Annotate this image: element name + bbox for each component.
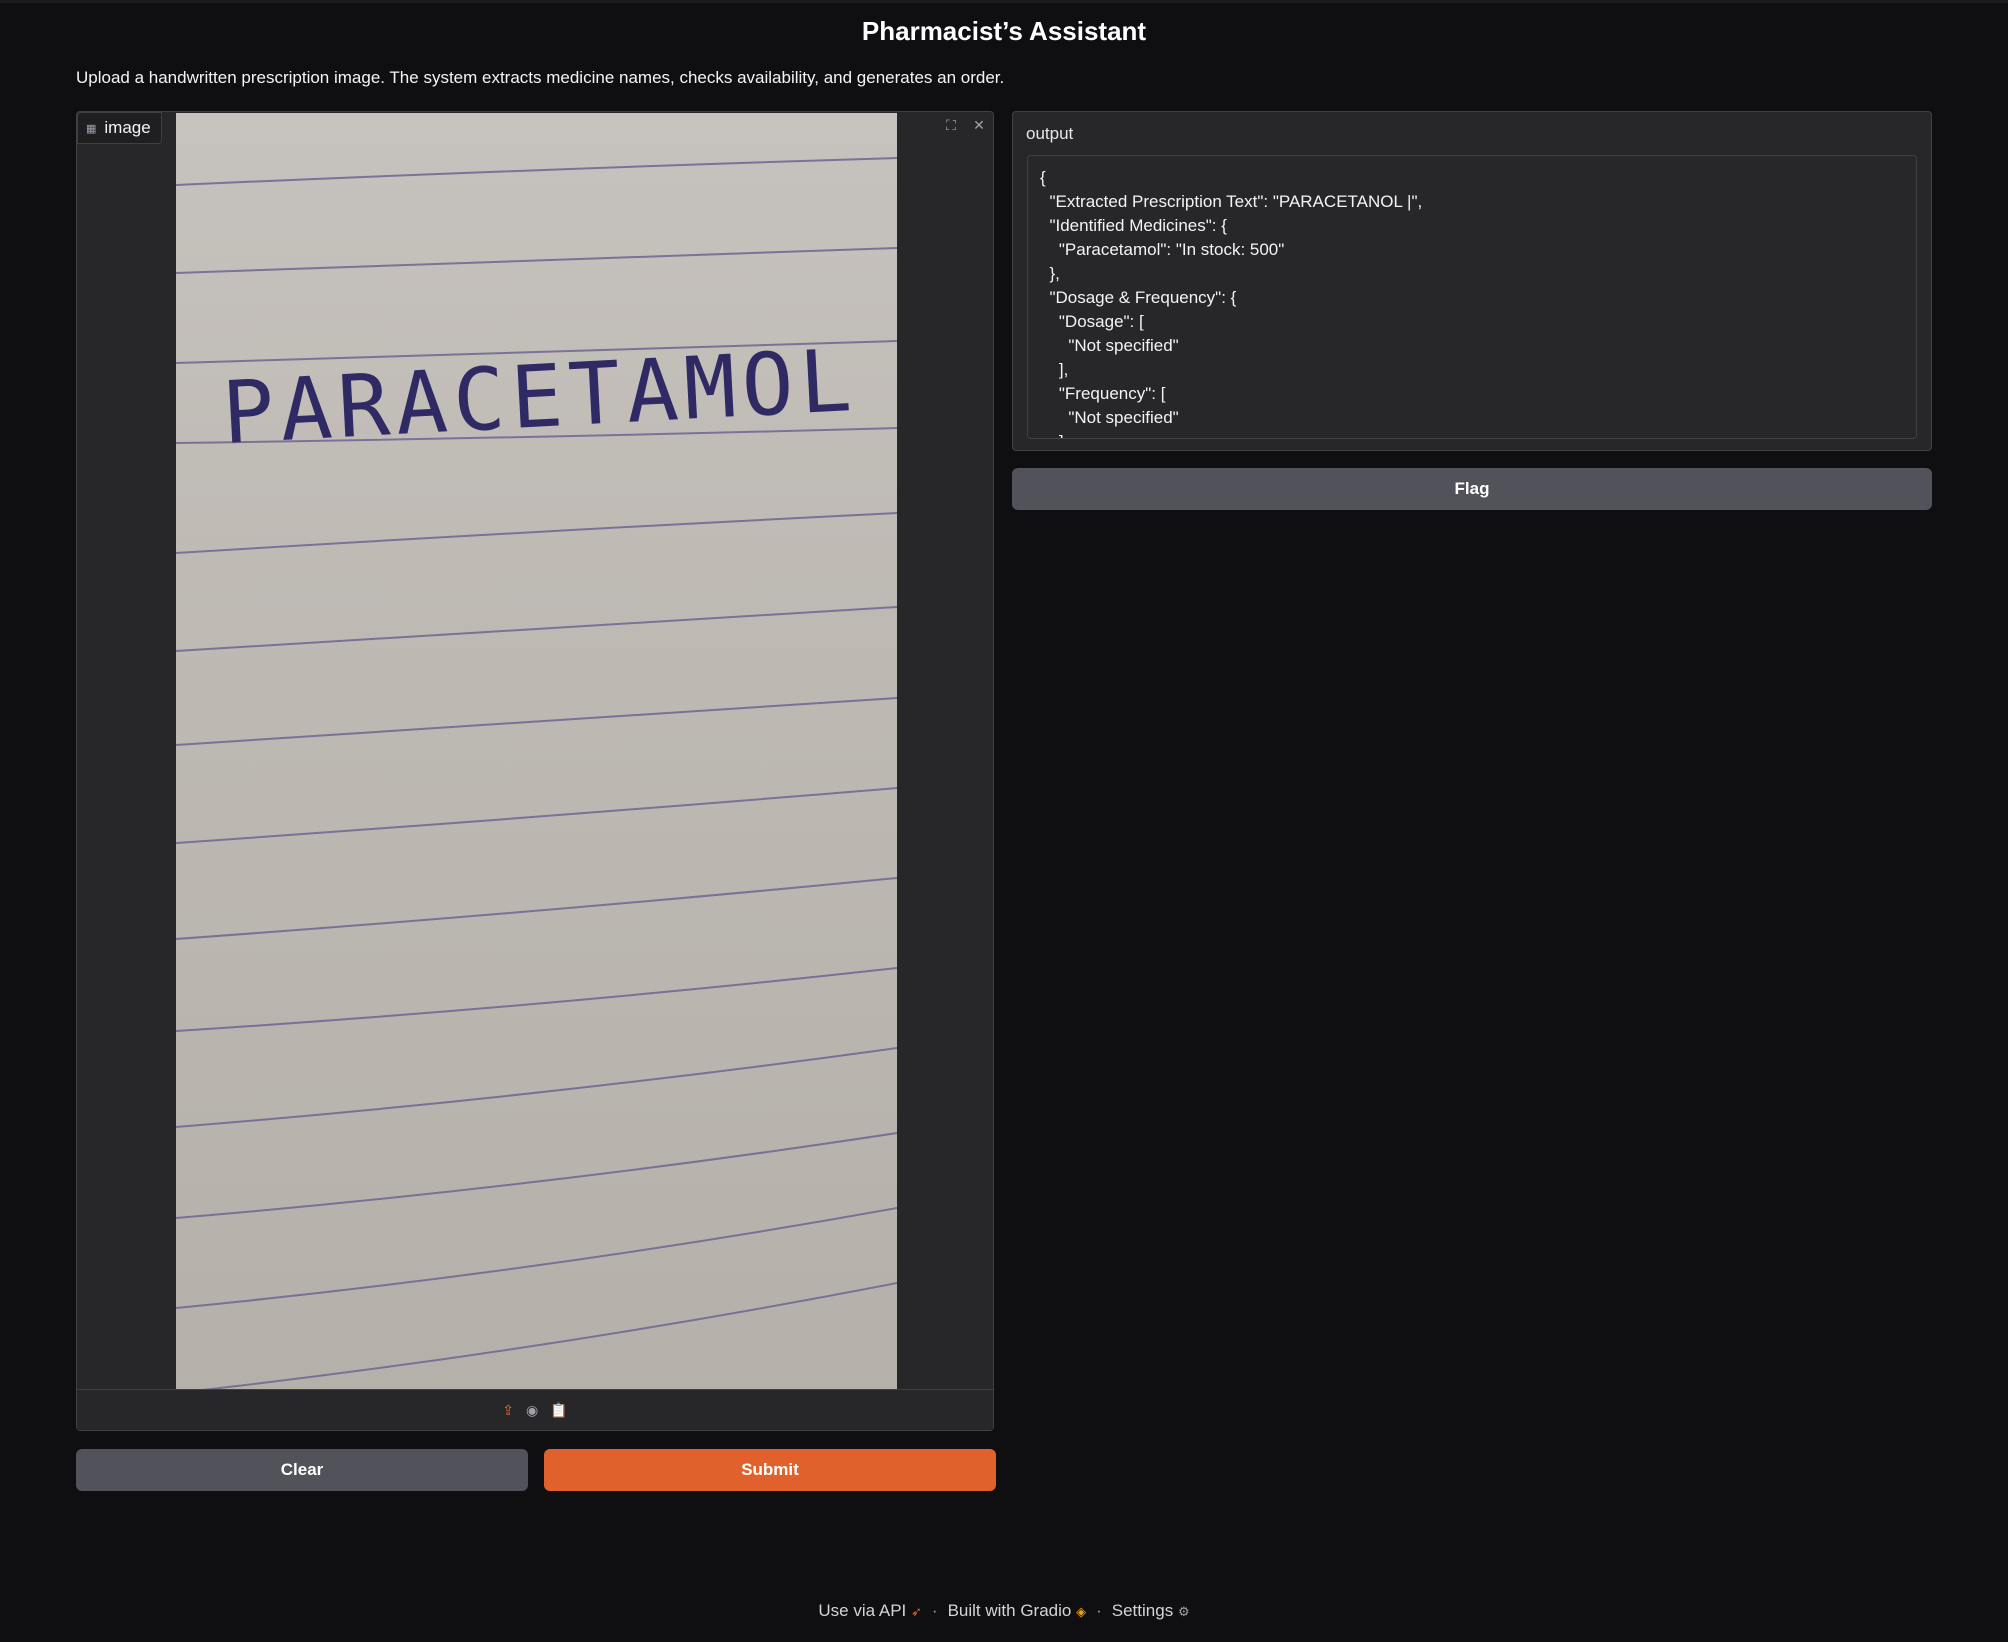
footer-separator: · — [1096, 1601, 1102, 1620]
built-with-gradio-link[interactable]: Built with Gradio ◈ — [948, 1601, 1087, 1621]
gear-icon: ⚙ — [1177, 1604, 1190, 1619]
image-icon: ▦ — [86, 122, 97, 135]
upload-icon[interactable]: ⇪ — [502, 1402, 514, 1419]
image-toolbar: ⛶ ✕ — [939, 114, 991, 136]
handwritten-text: PARACETAMOL — [220, 331, 860, 464]
image-source-bar: ⇪ ◉ 📋 — [77, 1389, 993, 1430]
prescription-image: PARACETAMOL — [176, 113, 897, 1391]
rocket-icon: ➶ — [911, 1604, 922, 1619]
page-description: Upload a handwritten prescription image.… — [76, 68, 1005, 87]
gradio-logo-icon: ◈ — [1076, 1604, 1087, 1619]
footer-separator: · — [931, 1601, 938, 1620]
top-border — [0, 0, 2008, 3]
fullscreen-icon[interactable]: ⛶ — [939, 114, 963, 136]
settings-link[interactable]: Settings ⚙ — [1112, 1601, 1190, 1621]
clear-button[interactable]: Clear — [76, 1449, 528, 1491]
clipboard-icon[interactable]: 📋 — [550, 1402, 567, 1419]
use-via-api-link[interactable]: Use via API ➶ — [818, 1601, 922, 1621]
settings-label: Settings — [1111, 1601, 1174, 1620]
built-with-gradio-label: Built with Gradio — [947, 1601, 1072, 1620]
image-input[interactable]: PARACETAMOL ▦ image ⛶ ✕ ⇪ ◉ 📋 — [76, 111, 994, 1431]
image-label-text: image — [104, 118, 151, 137]
image-label: ▦ image — [77, 112, 162, 144]
output-panel: output { "Extracted Prescription Text": … — [1012, 111, 1932, 451]
flag-button[interactable]: Flag — [1012, 468, 1932, 510]
webcam-icon[interactable]: ◉ — [526, 1402, 538, 1419]
use-via-api-label: Use via API — [818, 1601, 907, 1620]
page-title: Pharmacist’s Assistant — [861, 16, 1147, 46]
ruled-paper: PARACETAMOL — [176, 157, 897, 1391]
output-label: output — [1026, 124, 1074, 143]
close-icon[interactable]: ✕ — [967, 114, 991, 136]
submit-button[interactable]: Submit — [544, 1449, 996, 1491]
output-textbox[interactable]: { "Extracted Prescription Text": "PARACE… — [1027, 155, 1917, 439]
footer: Use via API ➶ · Built with Gradio ◈ · Se… — [0, 1601, 2008, 1621]
